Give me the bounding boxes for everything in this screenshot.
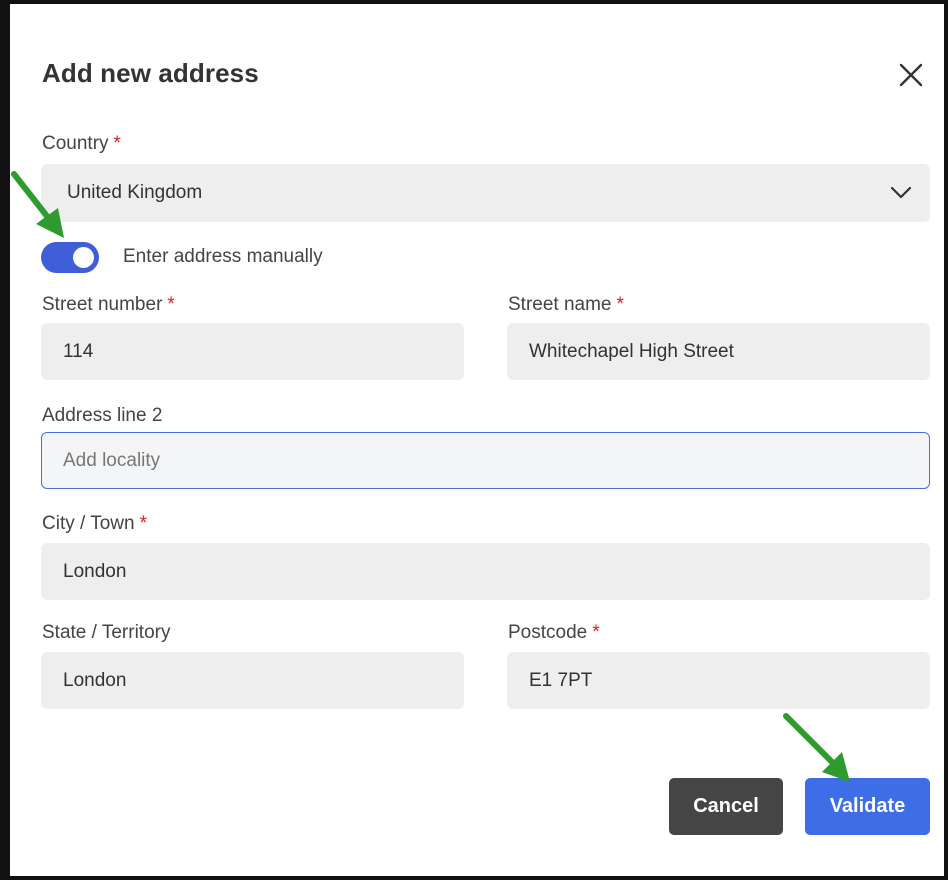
cancel-button[interactable]: Cancel (669, 778, 783, 835)
address-line2-input[interactable]: Add locality (41, 432, 930, 489)
street-name-value: Whitechapel High Street (529, 340, 734, 362)
postcode-value: E1 7PT (529, 669, 593, 691)
country-select[interactable]: United Kingdom (41, 164, 930, 222)
street-number-input[interactable]: 114 (41, 323, 464, 380)
country-label: Country * (42, 133, 121, 154)
toggle-knob (73, 247, 94, 268)
street-number-value: 114 (63, 340, 94, 362)
manual-entry-label: Enter address manually (123, 246, 323, 267)
address-line2-placeholder: Add locality (63, 449, 161, 471)
street-name-input[interactable]: Whitechapel High Street (507, 323, 930, 380)
state-value: London (63, 669, 127, 691)
street-number-label: Street number * (42, 294, 175, 315)
state-input[interactable]: London (41, 652, 464, 709)
close-icon[interactable] (896, 60, 926, 90)
country-value: United Kingdom (67, 182, 203, 203)
validate-button[interactable]: Validate (805, 778, 930, 835)
manual-entry-toggle[interactable] (41, 242, 99, 273)
state-label: State / Territory (42, 622, 171, 643)
postcode-label: Postcode * (508, 622, 600, 643)
city-input[interactable]: London (41, 543, 930, 600)
address-line2-label: Address line 2 (42, 405, 163, 426)
postcode-input[interactable]: E1 7PT (507, 652, 930, 709)
city-value: London (63, 560, 127, 582)
street-name-label: Street name * (508, 294, 624, 315)
city-label: City / Town * (42, 513, 147, 534)
dialog-title: Add new address (42, 58, 259, 88)
chevron-down-icon (890, 186, 912, 199)
